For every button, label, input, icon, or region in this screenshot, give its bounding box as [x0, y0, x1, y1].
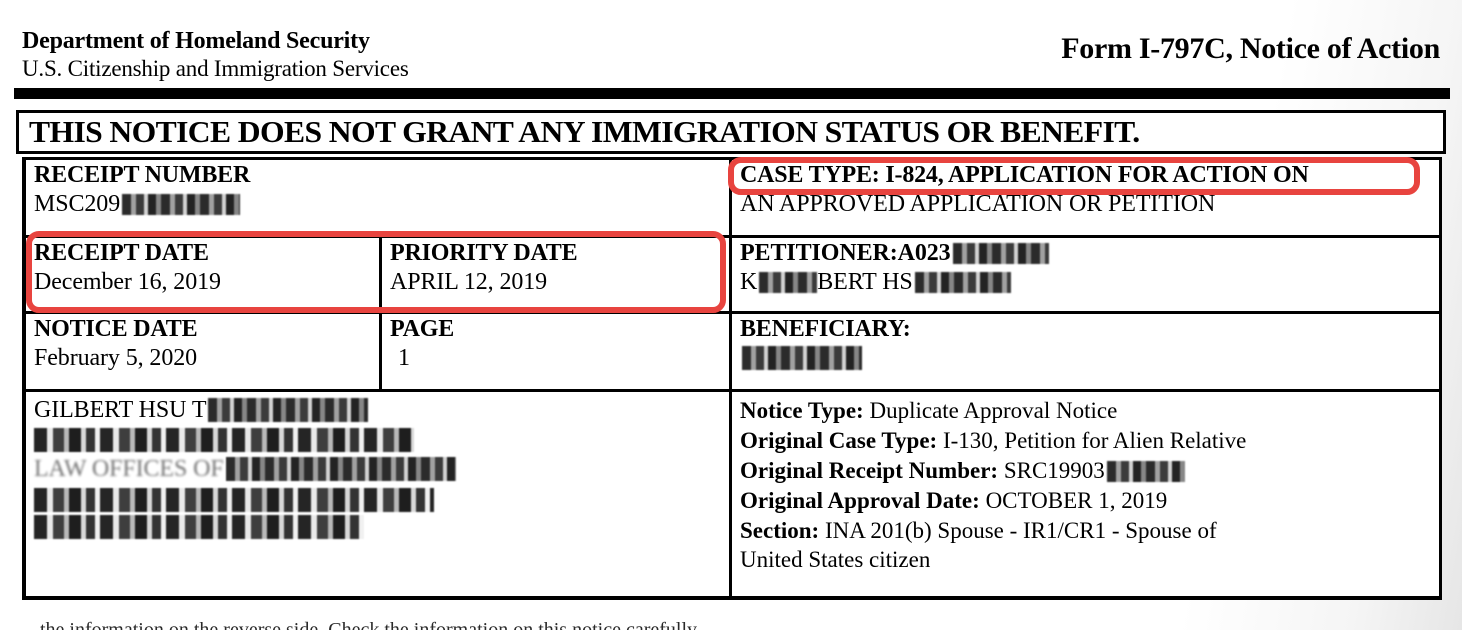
agency-sub-name: U.S. Citizenship and Immigration Service… [22, 56, 409, 82]
table-row: GILBERT HSU T LAW OFFICES OF Notice Type… [26, 392, 1439, 597]
petitioner-label: PETITIONER:A023 [740, 239, 1443, 268]
redaction-mark [759, 272, 818, 294]
receipt-date-label: RECEIPT DATE [34, 240, 209, 266]
notice-type-line: Notice Type: Duplicate Approval Notice [740, 398, 1118, 423]
section-line-1: Section: INA 201(b) Spouse - IR1/CR1 - S… [740, 517, 1217, 543]
redaction-mark [122, 194, 241, 216]
original-receipt-number-line: Original Receipt Number: SRC19903 [740, 456, 1443, 486]
agency-department-name: Department of Homeland Security [22, 28, 370, 54]
case-type-label-line1: CASE TYPE: I-824, APPLICATION FOR ACTION… [740, 162, 1309, 188]
header-divider-bar [14, 88, 1450, 99]
redaction-mark [742, 346, 862, 371]
notice-disclaimer-banner: THIS NOTICE DOES NOT GRANT ANY IMMIGRATI… [16, 110, 1446, 154]
original-case-type-line: Original Case Type: I-130, Petition for … [740, 427, 1247, 453]
redacted-address-line-5 [34, 514, 364, 539]
petitioner-cell: PETITIONER:A023 K BERT HS [729, 238, 1443, 311]
form-i797c-document: Department of Homeland Security U.S. Cit… [0, 0, 1462, 630]
redacted-address-line-4 [34, 487, 434, 512]
recipient-name-line: GILBERT HSU T [34, 396, 729, 425]
footer-cutoff-text: the information on the reverse side. Che… [40, 619, 701, 630]
redaction-mark [1106, 460, 1185, 482]
beneficiary-cell: BENEFICIARY: [729, 314, 1443, 389]
agency-identification: Department of Homeland Security U.S. Cit… [22, 27, 409, 82]
table-row: RECEIPT NUMBER MSC209 CASE TYPE: I-824, … [26, 160, 1439, 238]
beneficiary-label: BENEFICIARY: [740, 316, 911, 342]
page-label: PAGE [390, 316, 455, 342]
case-type-label-line2: AN APPROVED APPLICATION OR PETITION [740, 191, 1216, 218]
recipient-address-cell: GILBERT HSU T LAW OFFICES OF [26, 392, 729, 597]
receipt-number-value: MSC209 [34, 190, 729, 219]
redaction-mark [208, 398, 369, 422]
notice-disclaimer-text: THIS NOTICE DOES NOT GRANT ANY IMMIGRATI… [29, 114, 1140, 149]
petitioner-name: K BERT HS [740, 268, 1443, 297]
case-type-cell: CASE TYPE: I-824, APPLICATION FOR ACTION… [729, 160, 1443, 235]
notice-details-table: RECEIPT NUMBER MSC209 CASE TYPE: I-824, … [22, 157, 1442, 600]
receipt-date-cell: RECEIPT DATE December 16, 2019 [26, 238, 379, 311]
priority-date-cell: PRIORITY DATE APRIL 12, 2019 [379, 238, 729, 311]
section-line-2: United States citizen [740, 547, 931, 573]
receipt-number-cell: RECEIPT NUMBER MSC209 [26, 160, 729, 235]
page-value: 1 [398, 345, 410, 372]
redaction-mark [225, 457, 456, 482]
notice-date-value: February 5, 2020 [34, 345, 198, 372]
page-cell: PAGE 1 [379, 314, 729, 389]
beneficiary-name [740, 344, 1443, 373]
redacted-address-line-3: LAW OFFICES OF [34, 455, 729, 484]
redaction-mark [914, 272, 1011, 294]
priority-date-label: PRIORITY DATE [390, 240, 578, 266]
receipt-date-value: December 16, 2019 [34, 269, 221, 296]
original-approval-date-line: Original Approval Date: OCTOBER 1, 2019 [740, 487, 1168, 513]
notice-details-cell: Notice Type: Duplicate Approval Notice O… [729, 392, 1443, 597]
notice-date-cell: NOTICE DATE February 5, 2020 [26, 314, 379, 389]
redacted-address-line-2 [34, 428, 414, 453]
document-header: Department of Homeland Security U.S. Cit… [0, 0, 1462, 99]
table-row: RECEIPT DATE December 16, 2019 PRIORITY … [26, 238, 1439, 314]
table-row: NOTICE DATE February 5, 2020 PAGE 1 BENE… [26, 314, 1439, 392]
form-title: Form I-797C, Notice of Action [1061, 32, 1440, 65]
redaction-mark [952, 243, 1049, 264]
priority-date-value: APRIL 12, 2019 [390, 269, 548, 296]
receipt-number-label: RECEIPT NUMBER [34, 162, 251, 188]
notice-date-label: NOTICE DATE [34, 316, 198, 342]
